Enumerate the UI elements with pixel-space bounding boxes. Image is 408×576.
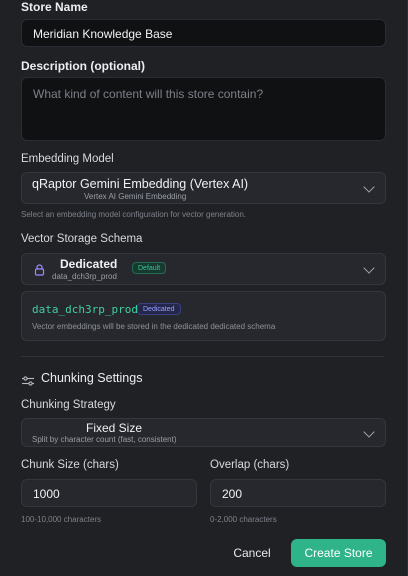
chevron-down-icon [363, 426, 375, 438]
chunk-size-label: Chunk Size (chars) [21, 459, 119, 471]
sliders-icon [22, 373, 34, 386]
overlap-help: 0-2,000 characters [210, 515, 277, 524]
chunk-size-input[interactable]: 1000 [21, 479, 197, 507]
chunking-strategy-sub: Split by character count (fast, consiste… [32, 435, 177, 444]
section-divider [21, 356, 384, 357]
vector-schema-sub: data_dch3rp_prod [52, 272, 117, 281]
embedding-model-select[interactable]: qRaptor Gemini Embedding (Vertex AI) Ver… [21, 172, 386, 204]
schema-info-name: data_dch3rp_prod [32, 303, 138, 316]
store-name-input[interactable]: Meridian Knowledge Base [21, 19, 386, 47]
schema-info-text: Vector embeddings will be stored in the … [32, 322, 276, 331]
lock-icon [34, 263, 45, 276]
default-badge: Default [132, 262, 167, 274]
chunking-settings-title: Chunking Settings [41, 371, 143, 385]
description-textarea[interactable]: What kind of content will this store con… [21, 77, 386, 141]
overlap-input[interactable]: 200 [210, 479, 386, 507]
embedding-model-selected: qRaptor Gemini Embedding (Vertex AI) [32, 177, 249, 191]
description-label: Description (optional) [21, 59, 145, 73]
store-name-value: Meridian Knowledge Base [33, 27, 173, 41]
embedding-model-label: Embedding Model [21, 153, 114, 165]
store-name-label: Store Name [21, 0, 88, 14]
chunking-strategy-select[interactable]: Fixed Size Split by character count (fas… [21, 418, 386, 447]
create-store-button[interactable]: Create Store [291, 539, 386, 567]
schema-info-panel: data_dch3rp_prod Dedicated Vector embedd… [21, 291, 386, 341]
vector-schema-select[interactable]: Dedicated data_dch3rp_prod Default [21, 253, 386, 285]
chunk-size-value: 1000 [33, 487, 60, 501]
dedicated-badge: Dedicated [137, 303, 181, 315]
chunking-strategy-selected: Fixed Size [86, 421, 143, 435]
vector-schema-label: Vector Storage Schema [21, 233, 143, 245]
overlap-label: Overlap (chars) [210, 459, 290, 471]
chevron-down-icon [363, 181, 375, 193]
embedding-model-help: Select an embedding model configuration … [21, 210, 247, 219]
cancel-button[interactable]: Cancel [224, 539, 280, 567]
overlap-value: 200 [222, 487, 243, 501]
chunk-size-help: 100-10,000 characters [21, 515, 102, 524]
create-store-form: Store Name Meridian Knowledge Base Descr… [0, 0, 408, 576]
chunking-strategy-label: Chunking Strategy [21, 399, 116, 411]
chevron-down-icon [363, 262, 375, 274]
vector-schema-selected: Dedicated [60, 257, 118, 271]
embedding-model-sub: Vertex AI Gemini Embedding [84, 192, 187, 201]
description-placeholder: What kind of content will this store con… [33, 87, 264, 101]
